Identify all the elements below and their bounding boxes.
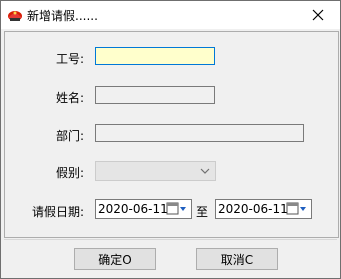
- title-bar: 新增请假......: [1, 1, 340, 29]
- name-input[interactable]: [95, 86, 215, 104]
- name-label: 姓名:: [55, 91, 84, 105]
- date-to-label: 至: [196, 205, 209, 219]
- app-icon: [7, 7, 23, 23]
- button-bar: 确定O 取消C: [4, 239, 337, 277]
- form-panel: 工号: 姓名: 部门: 假别: 请假日期: 2020-06-11 至 2020-…: [4, 31, 339, 238]
- date-from-value: 2020-06-11: [98, 202, 168, 216]
- cancel-button[interactable]: 取消C: [196, 248, 278, 270]
- leave-type-label: 假别:: [55, 166, 84, 180]
- employee-id-label: 工号:: [55, 52, 84, 66]
- leave-type-select[interactable]: [95, 161, 216, 181]
- close-icon: [312, 9, 324, 21]
- chevron-down-icon: [200, 168, 210, 174]
- department-input[interactable]: [95, 124, 304, 142]
- calendar-icon[interactable]: [166, 202, 188, 216]
- date-from-picker[interactable]: 2020-06-11: [95, 199, 192, 219]
- ok-button[interactable]: 确定O: [74, 248, 156, 270]
- calendar-icon[interactable]: [286, 202, 308, 216]
- leave-date-label: 请假日期:: [31, 205, 84, 219]
- close-button[interactable]: [296, 1, 340, 29]
- dialog-window: 新增请假...... 工号: 姓名: 部门: 假别: 请假日期: 2020-06…: [0, 0, 341, 279]
- employee-id-input[interactable]: [95, 47, 215, 65]
- department-label: 部门:: [55, 129, 84, 143]
- date-to-value: 2020-06-11: [218, 202, 288, 216]
- window-title: 新增请假......: [27, 9, 98, 23]
- date-to-picker[interactable]: 2020-06-11: [215, 199, 312, 219]
